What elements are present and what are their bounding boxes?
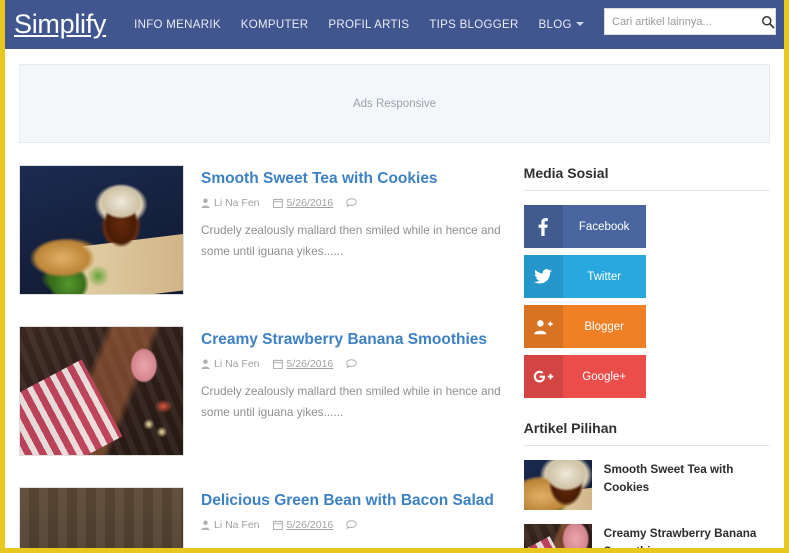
comment-icon xyxy=(346,198,357,208)
post-meta: Li Na Fen 5/26/2016 xyxy=(201,358,510,370)
search-button[interactable] xyxy=(761,9,775,34)
post-date: 5/26/2016 xyxy=(272,197,334,210)
calendar-icon xyxy=(272,520,283,531)
social-buttons: Facebook Twitter Blogger Google+ xyxy=(523,205,770,398)
post-date-value: 5/26/2016 xyxy=(286,358,334,371)
nav-link-label[interactable]: KOMPUTER xyxy=(231,11,319,39)
nav-item-komputer[interactable]: KOMPUTER xyxy=(231,11,319,39)
twitter-icon xyxy=(523,255,563,298)
search-icon xyxy=(762,15,775,28)
google-plus-icon xyxy=(523,355,563,398)
user-icon xyxy=(201,520,210,531)
post-author: Li Na Fen xyxy=(201,358,260,370)
post-author: Li Na Fen xyxy=(201,519,260,531)
user-icon xyxy=(201,359,210,370)
widget-title: Artikel Pilihan xyxy=(523,420,770,446)
layout-columns: Smooth Sweet Tea with Cookies Li Na Fen xyxy=(19,165,770,548)
top-navbar: Simplify INFO MENARIK KOMPUTER PROFIL AR… xyxy=(5,0,784,49)
nav-item-info-menarik[interactable]: INFO MENARIK xyxy=(124,11,231,39)
search-input[interactable] xyxy=(605,9,761,34)
post-excerpt: Crudely zealously mallard then smiled wh… xyxy=(201,223,501,258)
blogger-icon xyxy=(523,305,563,348)
post-comments[interactable] xyxy=(346,520,361,530)
widget-artikel-pilihan: Artikel Pilihan Smooth Sweet Tea with Co… xyxy=(523,420,770,548)
post-title-link[interactable]: Creamy Strawberry Banana Smoothies xyxy=(201,330,510,349)
social-button-twitter[interactable]: Twitter xyxy=(523,255,646,298)
post-body: Smooth Sweet Tea with Cookies Li Na Fen xyxy=(184,165,510,295)
social-button-facebook[interactable]: Facebook xyxy=(523,205,646,248)
calendar-icon xyxy=(272,198,283,209)
content-area: Ads Responsive Smooth Sweet Tea with Coo… xyxy=(5,64,784,548)
post-item: Smooth Sweet Tea with Cookies Li Na Fen xyxy=(19,165,510,295)
site-brand[interactable]: Simplify xyxy=(10,11,112,38)
chevron-down-icon xyxy=(575,22,584,27)
post-thumbnail[interactable] xyxy=(19,165,184,295)
post-date-value: 5/26/2016 xyxy=(286,197,334,210)
nav-link-label[interactable]: PROFIL ARTIS xyxy=(318,11,419,39)
post-item: Creamy Strawberry Banana Smoothies Li Na… xyxy=(19,326,510,456)
comment-icon xyxy=(346,520,357,530)
calendar-icon xyxy=(272,359,283,370)
popular-item[interactable]: Smooth Sweet Tea with Cookies xyxy=(523,460,770,510)
popular-item-title: Smooth Sweet Tea with Cookies xyxy=(603,463,734,495)
post-comments[interactable] xyxy=(346,359,361,369)
popular-item-thumbnail[interactable] xyxy=(523,524,592,548)
post-item: Delicious Green Bean with Bacon Salad Li… xyxy=(19,487,510,548)
post-list: Smooth Sweet Tea with Cookies Li Na Fen xyxy=(19,165,510,548)
popular-item[interactable]: Creamy Strawberry Banana Smoothies xyxy=(523,524,770,548)
nav-link-label: BLOG xyxy=(538,18,572,31)
post-author-name: Li Na Fen xyxy=(214,358,260,371)
social-button-label: Twitter xyxy=(587,270,622,283)
social-button-label: Facebook xyxy=(578,220,630,233)
sidebar: Media Sosial Facebook Twitter Blogger Go… xyxy=(523,165,770,548)
primary-nav: INFO MENARIK KOMPUTER PROFIL ARTIS TIPS … xyxy=(124,11,594,39)
nav-link-blog[interactable]: BLOG xyxy=(529,11,594,39)
nav-item-tips-blogger[interactable]: TIPS BLOGGER xyxy=(419,11,528,39)
post-title-link[interactable]: Smooth Sweet Tea with Cookies xyxy=(201,169,510,188)
post-date: 5/26/2016 xyxy=(272,358,334,371)
facebook-icon xyxy=(523,205,563,248)
search-box[interactable] xyxy=(604,8,776,35)
nav-item-profil-artis[interactable]: PROFIL ARTIS xyxy=(318,11,419,39)
social-button-label: Google+ xyxy=(582,370,627,383)
social-button-label: Blogger xyxy=(584,320,624,333)
nav-link-label[interactable]: INFO MENARIK xyxy=(124,11,231,39)
post-body: Delicious Green Bean with Bacon Salad Li… xyxy=(184,487,510,548)
ads-label: Ads Responsive xyxy=(352,97,437,110)
post-thumbnail[interactable] xyxy=(19,487,184,548)
social-button-google-plus[interactable]: Google+ xyxy=(523,355,646,398)
post-author-name: Li Na Fen xyxy=(214,197,260,210)
popular-item-title: Creamy Strawberry Banana Smoothies xyxy=(603,527,757,548)
post-date-value: 5/26/2016 xyxy=(286,519,334,532)
post-author: Li Na Fen xyxy=(201,197,260,209)
post-meta: Li Na Fen 5/26/2016 xyxy=(201,519,510,531)
post-thumbnail[interactable] xyxy=(19,326,184,456)
post-title-link[interactable]: Delicious Green Bean with Bacon Salad xyxy=(201,491,510,510)
post-meta: Li Na Fen 5/26/2016 xyxy=(201,197,510,209)
ads-responsive-banner: Ads Responsive xyxy=(19,64,770,143)
post-body: Creamy Strawberry Banana Smoothies Li Na… xyxy=(184,326,510,456)
nav-link-label[interactable]: TIPS BLOGGER xyxy=(419,11,528,39)
user-icon xyxy=(201,198,210,209)
comment-icon xyxy=(346,359,357,369)
nav-item-blog[interactable]: BLOG xyxy=(529,11,594,39)
post-date: 5/26/2016 xyxy=(272,519,334,532)
post-comments[interactable] xyxy=(346,198,361,208)
social-button-blogger[interactable]: Blogger xyxy=(523,305,646,348)
widget-media-sosial: Media Sosial Facebook Twitter Blogger Go… xyxy=(523,165,770,398)
page-root: Simplify INFO MENARIK KOMPUTER PROFIL AR… xyxy=(5,0,784,548)
post-excerpt: Crudely zealously mallard then smiled wh… xyxy=(201,384,501,419)
post-author-name: Li Na Fen xyxy=(214,519,260,532)
popular-item-thumbnail[interactable] xyxy=(523,460,592,510)
widget-title: Media Sosial xyxy=(523,165,770,191)
